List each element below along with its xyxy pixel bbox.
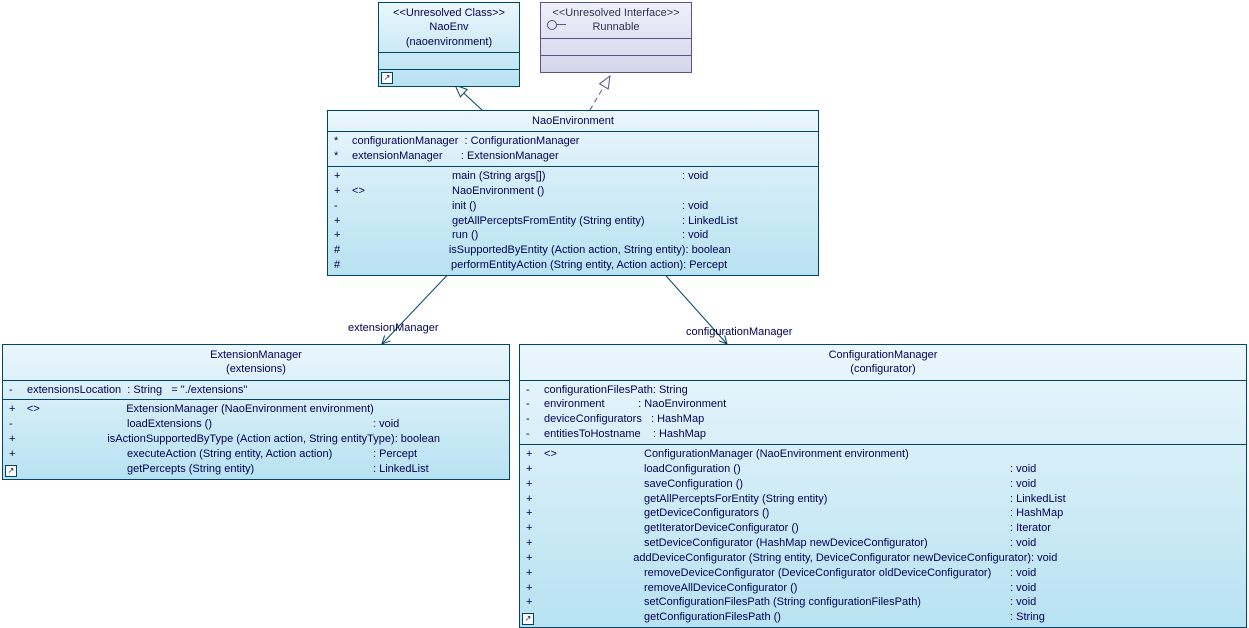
attribute-row: *extensionManager : ExtensionManager xyxy=(334,149,812,164)
attribute-row: -deviceConfigurators : HashMap xyxy=(526,412,1240,427)
class-name: NaoEnv xyxy=(385,20,513,34)
class-naoenvironment[interactable]: NaoEnvironment *configurationManager : C… xyxy=(327,110,819,276)
operation-row: #isSupportedByEntity (Action action, Str… xyxy=(334,243,812,258)
operation-row: +saveConfiguration (): void xyxy=(526,477,1240,492)
class-package: (configurator) xyxy=(526,362,1240,376)
class-package: (naoenvironment) xyxy=(385,35,513,49)
link-icon: ↗ xyxy=(522,613,534,625)
class-name: ConfigurationManager xyxy=(526,348,1240,362)
operation-row: -init (): void xyxy=(334,199,812,214)
operation-row: +getIteratorDeviceConfigurator (): Itera… xyxy=(526,521,1240,536)
assoc-label-extension: extensionManager xyxy=(348,322,439,334)
operation-row: +<>ExtensionManager (NaoEnvironment envi… xyxy=(9,402,503,417)
stereotype: <<Unresolved Class>> xyxy=(385,6,513,20)
interface-name: Runnable xyxy=(547,20,685,34)
operation-row: +getConfigurationFilesPath (): String xyxy=(526,610,1240,625)
operation-row: +getAllPerceptsForEntity (String entity)… xyxy=(526,492,1240,507)
link-icon: ↗ xyxy=(5,465,17,477)
operation-row: +addDeviceConfigurator (String entity, D… xyxy=(526,551,1240,566)
attribute-row: -environment : NaoEnvironment xyxy=(526,397,1240,412)
class-name: ExtensionManager xyxy=(9,348,503,362)
operation-row: +removeDeviceConfigurator (DeviceConfigu… xyxy=(526,566,1240,581)
operation-row: +run (): void xyxy=(334,228,812,243)
class-package: (extensions) xyxy=(9,362,503,376)
interface-runnable-unresolved[interactable]: <<Unresolved Interface>> Runnable xyxy=(540,2,692,73)
attribute-row: -extensionsLocation : String = "./extens… xyxy=(9,383,503,398)
interface-icon xyxy=(547,20,557,30)
operation-row: +getPercepts (String entity): LinkedList xyxy=(9,462,503,477)
operation-row: +main (String args[]): void xyxy=(334,169,812,184)
operation-row: -loadExtensions (): void xyxy=(9,417,503,432)
attribute-row: *configurationManager : ConfigurationMan… xyxy=(334,134,812,149)
operation-row: +<>NaoEnvironment () xyxy=(334,184,812,199)
class-naoenv-unresolved[interactable]: <<Unresolved Class>> NaoEnv (naoenvironm… xyxy=(378,2,520,87)
class-name: NaoEnvironment xyxy=(334,114,812,128)
operation-row: +setDeviceConfigurator (HashMap newDevic… xyxy=(526,536,1240,551)
operation-row: +isActionSupportedByType (Action action,… xyxy=(9,432,503,447)
operation-row: +setConfigurationFilesPath (String confi… xyxy=(526,595,1240,610)
stereotype: <<Unresolved Interface>> xyxy=(547,6,685,20)
attribute-row: -configurationFilesPath: String xyxy=(526,383,1240,398)
operation-row: +removeAllDeviceConfigurator (): void xyxy=(526,581,1240,596)
operation-row: +loadConfiguration (): void xyxy=(526,462,1240,477)
link-icon: ↗ xyxy=(381,72,393,84)
class-extensionmanager[interactable]: ExtensionManager (extensions) -extension… xyxy=(2,344,510,480)
operation-row: #performEntityAction (String entity, Act… xyxy=(334,258,812,273)
operation-row: +<>ConfigurationManager (NaoEnvironment … xyxy=(526,447,1240,462)
attribute-row: -entitiesToHostname : HashMap xyxy=(526,427,1240,442)
operation-row: +executeAction (String entity, Action ac… xyxy=(9,447,503,462)
operation-row: +getDeviceConfigurators (): HashMap xyxy=(526,506,1240,521)
operation-row: +getAllPerceptsFromEntity (String entity… xyxy=(334,214,812,229)
assoc-label-configuration: configurationManager xyxy=(686,326,792,338)
class-configurationmanager[interactable]: ConfigurationManager (configurator) -con… xyxy=(519,344,1247,628)
